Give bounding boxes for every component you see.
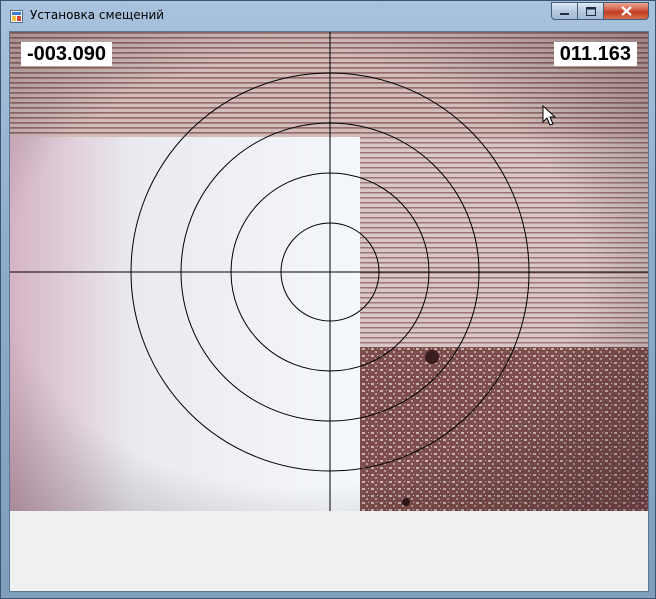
camera-view[interactable]: -003.090 011.163: [10, 32, 648, 511]
x-offset-readout: -003.090: [21, 42, 112, 66]
y-offset-readout: 011.163: [553, 42, 637, 66]
title-bar[interactable]: Установка смещений: [1, 1, 655, 31]
app-icon: [10, 10, 23, 23]
bottom-panel: [10, 511, 648, 591]
camera-image: [10, 32, 648, 511]
window-title: Установка смещений: [30, 8, 165, 22]
minimize-button[interactable]: [551, 2, 578, 20]
client-area: -003.090 011.163: [9, 31, 649, 592]
offsets-window: Установка смещений -003.090 011.163: [0, 0, 656, 599]
close-button[interactable]: [604, 2, 649, 20]
caption-buttons: [551, 2, 649, 21]
close-icon: [620, 6, 632, 16]
maximize-button[interactable]: [578, 2, 604, 20]
minimize-icon: [560, 12, 569, 15]
maximize-icon: [585, 6, 596, 16]
